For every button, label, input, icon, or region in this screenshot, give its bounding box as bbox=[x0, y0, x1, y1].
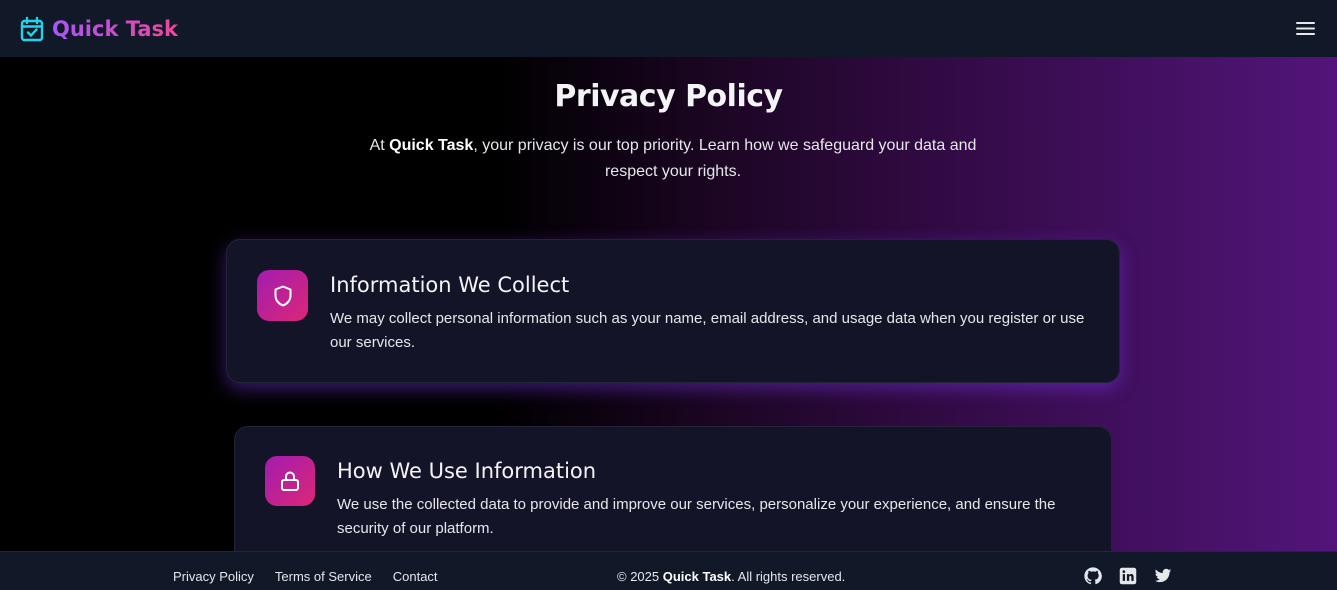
lock-icon bbox=[265, 456, 315, 506]
brand-logo-link[interactable]: Quick Task bbox=[20, 16, 178, 42]
subtitle-suffix: , your privacy is our top priority. Lear… bbox=[473, 137, 977, 180]
social-links bbox=[1084, 567, 1172, 585]
calendar-check-icon bbox=[20, 16, 44, 42]
copyright-text: © 2025 Quick Task. All rights reserved. bbox=[617, 569, 845, 584]
copyright-brand: Quick Task bbox=[662, 569, 732, 584]
main-content: Privacy Policy At Quick Task, your priva… bbox=[0, 57, 1337, 551]
shield-icon bbox=[257, 270, 308, 321]
card-body: Information We Collect We may collect pe… bbox=[330, 270, 1089, 382]
footer-link-terms-of-service[interactable]: Terms of Service bbox=[275, 569, 372, 584]
card-text: We use the collected data to provide and… bbox=[337, 496, 1056, 537]
policy-card-how-we-use-information: How We Use Information We use the collec… bbox=[234, 426, 1112, 551]
hamburger-menu-icon[interactable] bbox=[1293, 17, 1317, 41]
subtitle-brand: Quick Task bbox=[389, 137, 474, 154]
card-body: How We Use Information We use the collec… bbox=[337, 456, 1081, 551]
card-text: We may collect personal information such… bbox=[330, 310, 1085, 351]
page-subtitle: At Quick Task, your privacy is our top p… bbox=[368, 133, 978, 185]
github-icon[interactable] bbox=[1084, 567, 1102, 585]
policy-card-information-we-collect: Information We Collect We may collect pe… bbox=[226, 239, 1120, 383]
card-title: Information We Collect bbox=[330, 273, 570, 297]
page-title: Privacy Policy bbox=[554, 79, 783, 114]
navbar: Quick Task bbox=[0, 0, 1337, 57]
copyright-suffix: . All rights reserved. bbox=[731, 569, 846, 584]
subtitle-prefix: At bbox=[369, 137, 390, 154]
footer: Privacy Policy Terms of Service Contact … bbox=[0, 551, 1337, 590]
copyright-prefix: © 2025 bbox=[617, 569, 663, 584]
linkedin-icon[interactable] bbox=[1119, 567, 1137, 585]
footer-link-contact[interactable]: Contact bbox=[393, 569, 438, 584]
twitter-icon[interactable] bbox=[1154, 567, 1172, 585]
footer-link-privacy-policy[interactable]: Privacy Policy bbox=[173, 569, 254, 584]
brand-name: Quick Task bbox=[52, 16, 178, 41]
footer-links: Privacy Policy Terms of Service Contact bbox=[173, 569, 438, 584]
card-title: How We Use Information bbox=[337, 459, 597, 483]
